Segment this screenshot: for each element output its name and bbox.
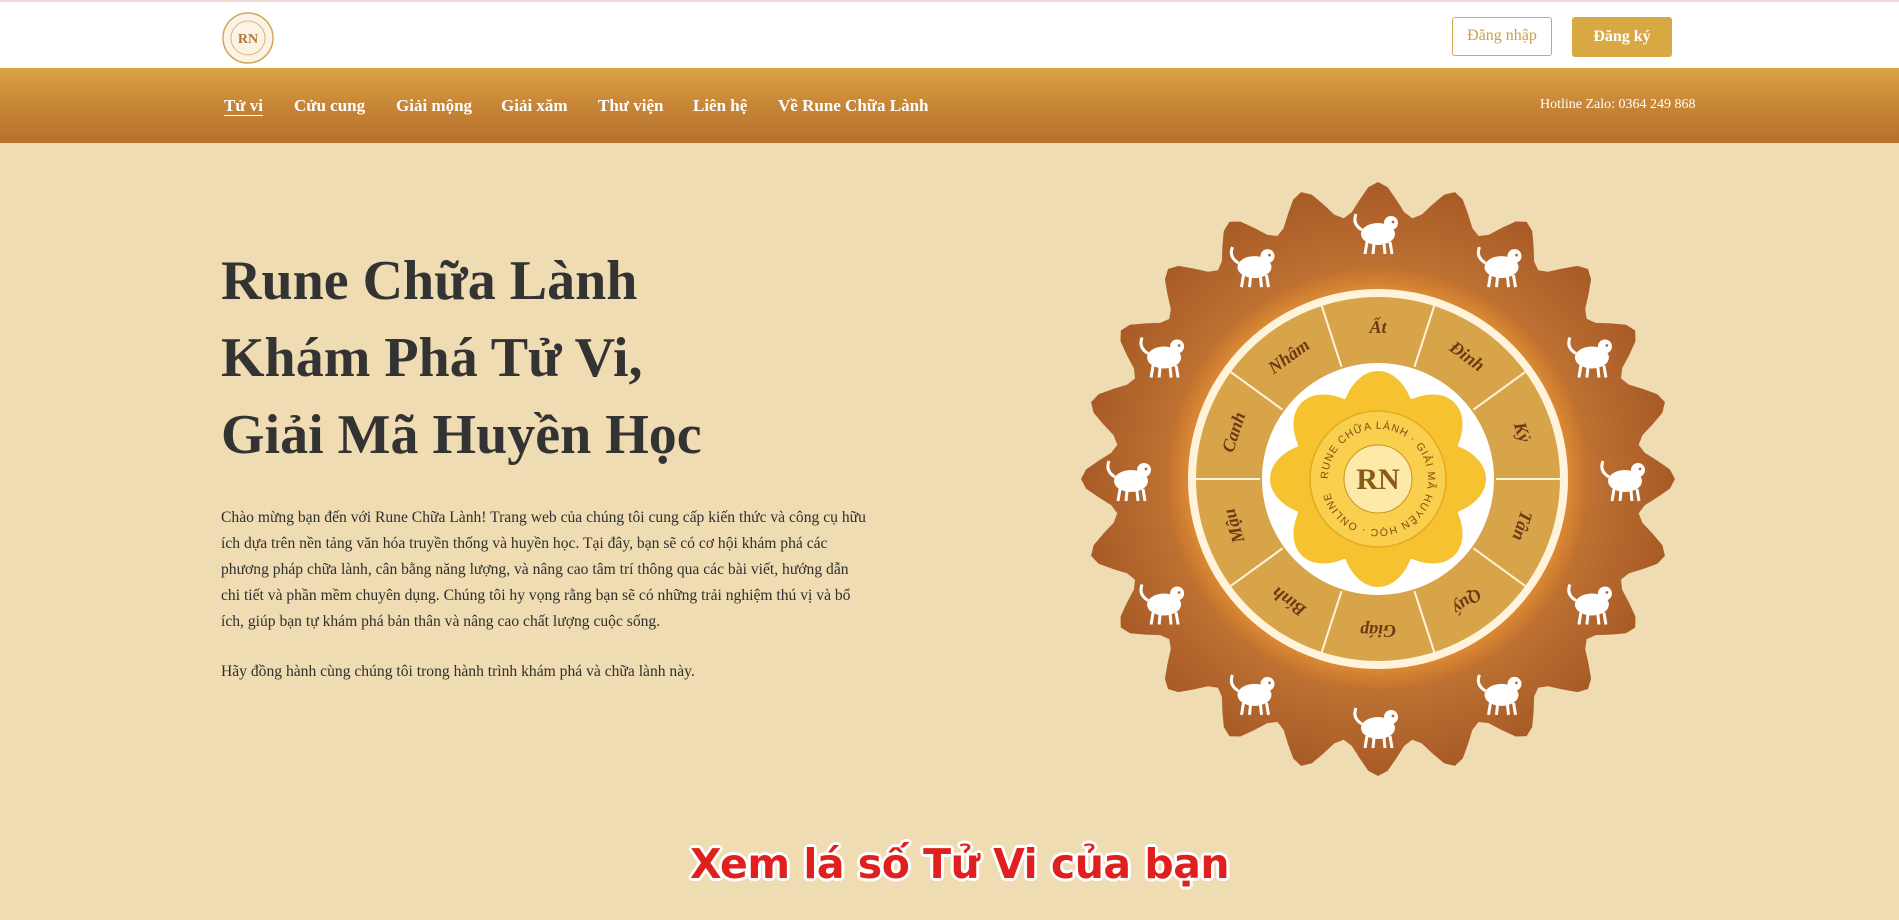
stem-label: Giáp bbox=[1360, 621, 1396, 641]
nav-item-tu-vi[interactable]: Tử vi bbox=[224, 96, 263, 116]
nav-item-giai-xam[interactable]: Giải xăm bbox=[501, 96, 568, 116]
top-header: RN Đăng nhập Đăng ký bbox=[0, 0, 1899, 68]
nav-item-lien-he[interactable]: Liên hệ bbox=[693, 96, 747, 116]
intro-paragraph-1: Chào mừng bạn đến với Rune Chữa Lành! Tr… bbox=[221, 509, 866, 630]
nav-item-giai-mong[interactable]: Giải mộng bbox=[396, 96, 472, 116]
login-button[interactable]: Đăng nhập bbox=[1452, 17, 1552, 56]
nav-item-thu-vien[interactable]: Thư viện bbox=[598, 96, 663, 116]
hero-title-line-3: Giải Mã Huyền Học bbox=[221, 404, 702, 466]
register-button[interactable]: Đăng ký bbox=[1572, 17, 1672, 57]
nav-item-ve-rune[interactable]: Về Rune Chữa Lành bbox=[778, 96, 929, 116]
hero-title-line-2: Khám Phá Tử Vi, bbox=[221, 327, 643, 389]
logo-monogram: RN bbox=[238, 32, 258, 47]
hero-title-line-1: Rune Chữa Lành bbox=[221, 250, 638, 312]
brand-logo[interactable]: RN bbox=[221, 11, 275, 65]
intro-text: Chào mừng bạn đến với Rune Chữa Lành! Tr… bbox=[221, 505, 866, 709]
stem-label: Ất bbox=[1368, 316, 1387, 337]
hero-title: Rune Chữa Lành Khám Phá Tử Vi, Giải Mã H… bbox=[221, 243, 921, 474]
zodiac-wheel: ẤtĐinhKỷTânQuýGiápBínhMậuCanhNhâm RN RUN… bbox=[1081, 182, 1675, 776]
intro-paragraph-2: Hãy đồng hành cùng chúng tôi trong hành … bbox=[221, 663, 695, 680]
main-nav: Tử vi Cửu cung Giải mộng Giải xăm Thư vi… bbox=[0, 68, 1899, 143]
center-monogram: RN bbox=[1356, 463, 1400, 496]
hotline-text: Hotline Zalo: 0364 249 868 bbox=[1540, 97, 1696, 112]
view-horoscope-link[interactable]: Xem lá số Tử Vi của bạn bbox=[690, 840, 1230, 888]
nav-item-cuu-cung[interactable]: Cửu cung bbox=[294, 96, 365, 116]
